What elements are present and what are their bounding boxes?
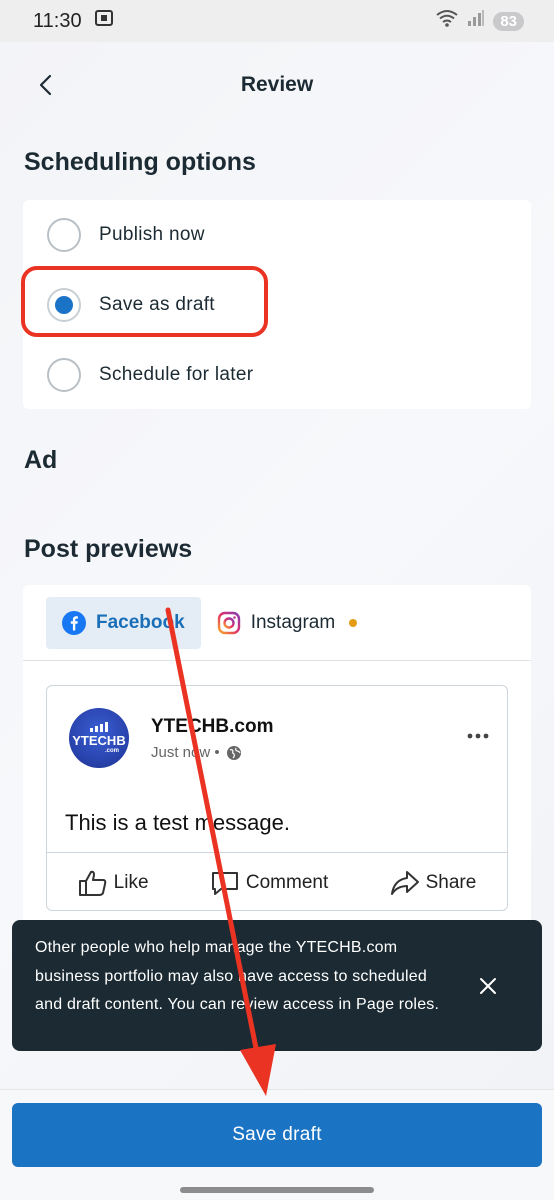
share-label: Share: [425, 871, 477, 893]
thumbs-up-icon: [78, 870, 106, 896]
status-bar: 11:30 83: [0, 0, 554, 42]
comment-icon: [211, 871, 238, 895]
tab-instagram[interactable]: Instagram: [201, 597, 373, 649]
option-label-publish-now: Publish now: [99, 224, 205, 245]
globe-icon: [226, 745, 241, 760]
chevron-left-icon: [39, 74, 52, 96]
scheduling-options-title: Scheduling options: [24, 148, 256, 176]
info-toast: Other people who help manage the YTECHB.…: [12, 920, 542, 1051]
option-label-schedule-for-later: Schedule for later: [99, 364, 254, 385]
post-message: This is a test message.: [65, 810, 290, 835]
post-time-text: Just now •: [151, 744, 220, 761]
avatar-text: YTECHB: [72, 733, 126, 748]
radio-schedule-for-later[interactable]: [47, 358, 81, 392]
signal-icon: [467, 9, 485, 33]
avatar-subtext: .com: [104, 748, 119, 754]
post-previews-title: Post previews: [24, 535, 193, 563]
post-page-name: YTECHB.com: [151, 716, 274, 737]
header: Review: [0, 62, 554, 108]
share-icon: [390, 870, 419, 895]
facebook-post-preview: YTECHB .com YTECHB.com Just now • This i…: [46, 685, 508, 911]
avatar: YTECHB .com: [69, 708, 129, 768]
screenshot-icon: [94, 8, 114, 34]
toast-close-button[interactable]: [476, 974, 500, 998]
like-label: Like: [113, 871, 149, 893]
post-previews-card: Facebook Instagram YTECHB .com YTECHB.co…: [23, 585, 531, 925]
tab-label-facebook: Facebook: [96, 611, 185, 633]
option-publish-now[interactable]: Publish now: [23, 200, 531, 270]
facebook-icon: [62, 610, 86, 635]
notification-dot: [349, 618, 358, 627]
page-title: Review: [240, 73, 314, 96]
like-action[interactable]: Like: [78, 869, 149, 897]
share-action[interactable]: Share: [390, 869, 477, 897]
comment-action[interactable]: Comment: [210, 869, 328, 897]
radio-publish-now[interactable]: [47, 218, 81, 252]
gesture-nav-pill: [180, 1187, 374, 1193]
back-button[interactable]: [30, 70, 60, 100]
close-icon: [480, 978, 496, 994]
battery-indicator: 83: [493, 11, 524, 31]
option-schedule-for-later[interactable]: Schedule for later: [23, 340, 531, 410]
tab-label-instagram: Instagram: [250, 611, 336, 633]
wifi-icon: [435, 9, 459, 33]
post-timestamp: Just now •: [151, 744, 242, 761]
save-draft-button[interactable]: Save draft: [12, 1103, 542, 1167]
ad-title: Ad: [24, 446, 58, 474]
instagram-icon: [217, 611, 240, 634]
preview-tabs: Facebook Instagram: [23, 585, 531, 661]
signal-bars-logo: [90, 722, 108, 732]
comment-label: Comment: [245, 871, 329, 893]
post-actions: Like Comment Share: [47, 852, 507, 912]
more-options-icon[interactable]: [467, 726, 489, 744]
annotation-highlight: [21, 266, 268, 337]
status-time: 11:30: [33, 9, 82, 32]
toast-message: Other people who help manage the YTECHB.…: [35, 939, 440, 1013]
tab-facebook[interactable]: Facebook: [46, 596, 201, 649]
